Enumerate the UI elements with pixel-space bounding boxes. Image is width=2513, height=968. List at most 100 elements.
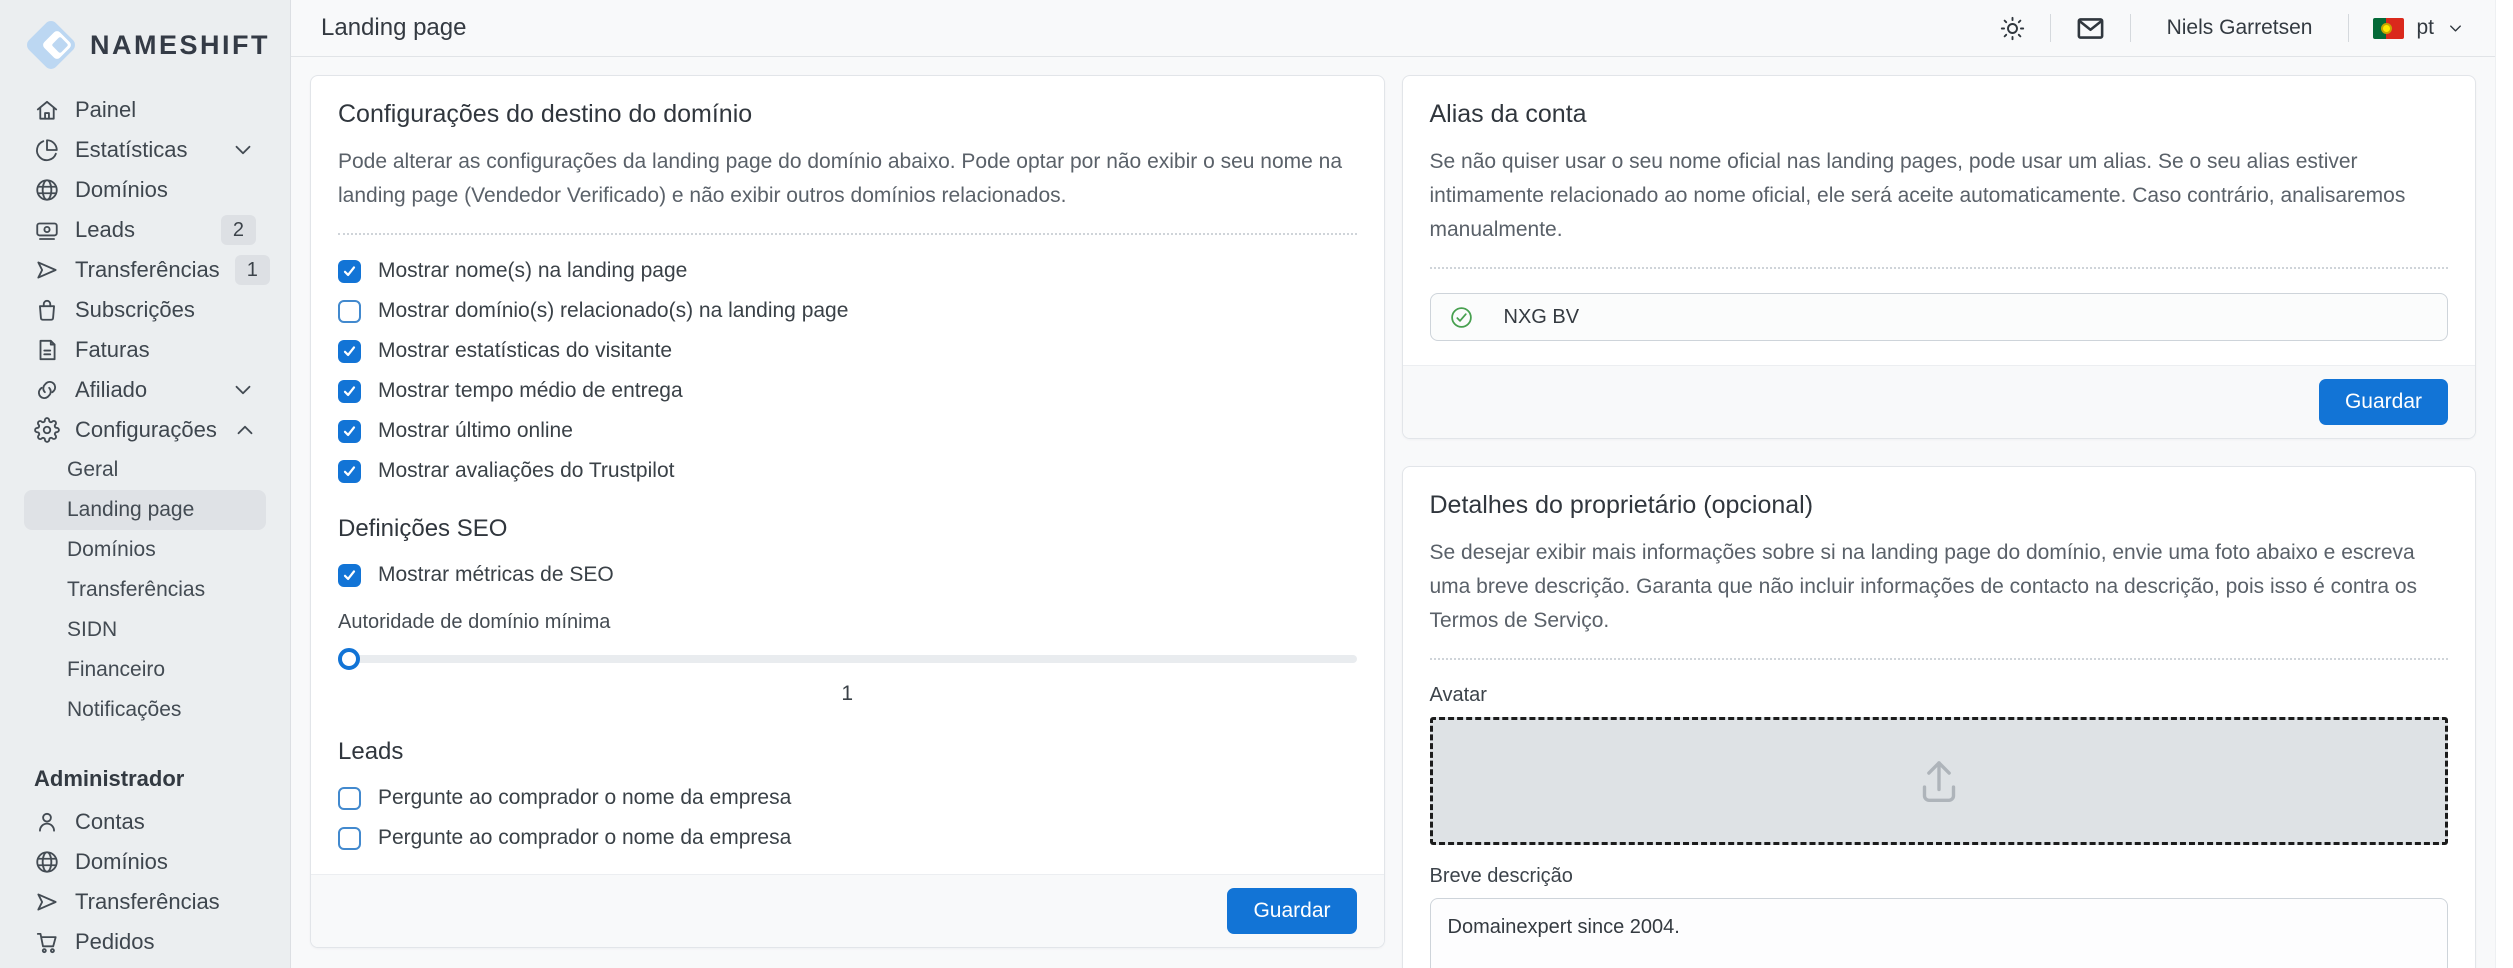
upload-icon (1910, 752, 1968, 810)
slider-value: 1 (338, 682, 1357, 706)
sidebar-item-faturas[interactable]: Faturas (24, 330, 266, 370)
globe-icon (34, 177, 60, 203)
separator (2348, 14, 2349, 42)
top-bar: Landing page Niels Garretsen pt (291, 0, 2495, 57)
portugal-flag-icon (2373, 18, 2404, 39)
sidebar-item-subscricoes[interactable]: Subscrições (24, 290, 266, 330)
save-button[interactable]: Guardar (2319, 379, 2448, 425)
avatar-label: Avatar (1430, 684, 2449, 707)
sidebar-item-admin-pedidos[interactable]: Pedidos (24, 922, 266, 962)
divider (338, 233, 1357, 235)
chevron-down-icon (2446, 19, 2465, 38)
checkbox-show-visitor-stats[interactable]: Mostrar estatísticas do visitante (338, 339, 1357, 363)
sidebar-item-admin-subscricoes[interactable]: Subscrições (24, 962, 266, 968)
link-icon (34, 377, 60, 403)
card-footer: Guardar (311, 874, 1384, 947)
short-description-label: Breve descrição (1430, 865, 2449, 888)
sidebar-item-admin-transferencias[interactable]: Transferências (24, 882, 266, 922)
sidebar-item-afiliado[interactable]: Afiliado (24, 370, 266, 410)
separator (2050, 14, 2051, 42)
chevron-down-icon (230, 377, 256, 403)
leads-heading: Leads (338, 738, 1357, 766)
alias-input[interactable]: NXG BV (1430, 293, 2449, 341)
checkbox-ask-company-name-1[interactable]: Pergunte ao comprador o nome da empresa (338, 786, 1357, 810)
checkbox[interactable] (338, 787, 361, 810)
sidebar-item-admin-contas[interactable]: Contas (24, 802, 266, 842)
admin-section-label: Administrador (24, 766, 266, 792)
brand[interactable]: NAMESHIFT (0, 0, 290, 68)
card-description: Se desejar exibir mais informações sobre… (1430, 536, 2449, 638)
card-description: Pode alterar as configurações da landing… (338, 145, 1357, 213)
globe-icon (34, 849, 60, 875)
checkbox[interactable] (338, 564, 361, 587)
checkbox-show-seo-metrics[interactable]: Mostrar métricas de SEO (338, 563, 1357, 587)
user-icon (34, 809, 60, 835)
checkbox[interactable] (338, 460, 361, 483)
sidebar-subitem-financeiro[interactable]: Financeiro (24, 650, 266, 690)
leads-count-badge: 2 (221, 215, 256, 245)
sidebar-item-admin-dominios[interactable]: Domínios (24, 842, 266, 882)
checkbox[interactable] (338, 340, 361, 363)
checkbox-show-related-domains[interactable]: Mostrar domínio(s) relacionado(s) na lan… (338, 299, 1357, 323)
slider-track[interactable] (338, 655, 1357, 663)
alias-value: NXG BV (1504, 306, 1580, 329)
short-description-wrap: Domainexpert since 2004. (1430, 898, 2449, 968)
owner-details-card: Detalhes do proprietário (opcional) Se d… (1402, 466, 2477, 968)
send-icon (34, 889, 60, 915)
user-name[interactable]: Niels Garretsen (2155, 16, 2325, 40)
language-selector[interactable]: pt (2373, 16, 2465, 40)
checkbox[interactable] (338, 260, 361, 283)
checkbox-show-last-online[interactable]: Mostrar último online (338, 419, 1357, 443)
sidebar-subitem-notificacoes[interactable]: Notificações (24, 690, 266, 730)
sidebar-subitem-sidn[interactable]: SIDN (24, 610, 266, 650)
alias-card: Alias da conta Se não quiser usar o seu … (1402, 75, 2477, 439)
sidebar-subitem-geral[interactable]: Geral (24, 450, 266, 490)
short-description-textarea[interactable]: Domainexpert since 2004. (1430, 898, 2449, 968)
mail-icon[interactable] (2075, 13, 2106, 44)
card-title: Configurações do destino do domínio (338, 100, 1357, 129)
main-area: Landing page Niels Garretsen pt (291, 0, 2495, 968)
checkbox-show-avg-delivery[interactable]: Mostrar tempo médio de entrega (338, 379, 1357, 403)
divider (1430, 658, 2449, 660)
sidebar-nav: Painel Estatísticas Domínios Leads 2 Tra… (0, 90, 290, 968)
checkbox[interactable] (338, 827, 361, 850)
sidebar: NAMESHIFT Painel Estatísticas Domínios L… (0, 0, 291, 968)
sidebar-subitem-transferencias[interactable]: Transferências (24, 570, 266, 610)
home-icon (34, 97, 60, 123)
sidebar-subitem-landing-page[interactable]: Landing page (24, 490, 266, 530)
checkbox[interactable] (338, 300, 361, 323)
checkbox[interactable] (338, 420, 361, 443)
sidebar-item-estatisticas[interactable]: Estatísticas (24, 130, 266, 170)
transfers-count-badge: 1 (235, 255, 270, 285)
sidebar-item-transferencias[interactable]: Transferências 1 (24, 250, 266, 290)
language-code: pt (2416, 16, 2434, 40)
domain-authority-slider[interactable] (338, 648, 1357, 670)
cart-icon (34, 929, 60, 955)
checkbox[interactable] (338, 380, 361, 403)
banknote-icon (34, 217, 60, 243)
seo-heading: Definições SEO (338, 515, 1357, 543)
save-button[interactable]: Guardar (1227, 888, 1356, 934)
send-icon (34, 257, 60, 283)
card-title: Alias da conta (1430, 100, 2449, 129)
scrollbar[interactable] (2495, 0, 2513, 968)
checkbox-ask-company-name-2[interactable]: Pergunte ao comprador o nome da empresa (338, 826, 1357, 850)
gear-icon (34, 417, 60, 443)
app-root: NAMESHIFT Painel Estatísticas Domínios L… (0, 0, 2513, 968)
sidebar-item-dominios[interactable]: Domínios (24, 170, 266, 210)
avatar-dropzone[interactable] (1430, 717, 2449, 845)
light-mode-icon[interactable] (1999, 15, 2026, 42)
chevron-down-icon (230, 137, 256, 163)
divider (1430, 267, 2449, 269)
invoice-icon (34, 337, 60, 363)
slider-handle[interactable] (338, 648, 360, 670)
topbar-actions: Niels Garretsen pt (1999, 13, 2465, 44)
sidebar-item-configuracoes[interactable]: Configurações (24, 410, 266, 450)
sidebar-item-painel[interactable]: Painel (24, 90, 266, 130)
sidebar-subitem-dominios[interactable]: Domínios (24, 530, 266, 570)
check-circle-icon (1449, 305, 1474, 330)
sidebar-item-leads[interactable]: Leads 2 (24, 210, 266, 250)
checkbox-show-names[interactable]: Mostrar nome(s) na landing page (338, 259, 1357, 283)
checkbox-show-trustpilot[interactable]: Mostrar avaliações do Trustpilot (338, 459, 1357, 483)
pie-chart-icon (34, 137, 60, 163)
